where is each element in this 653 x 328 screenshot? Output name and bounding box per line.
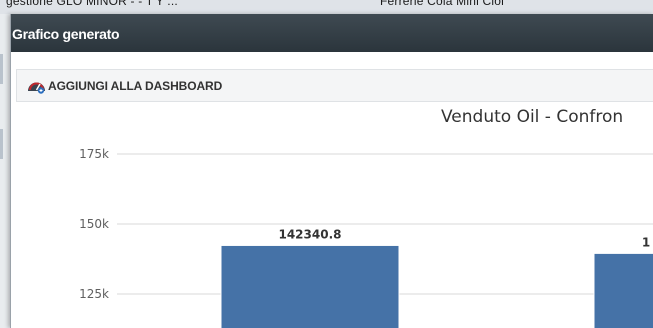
modal-body: AGGIUNGI ALLA DASHBOARD Venduto Oil - Co… — [11, 52, 653, 328]
modal-title: Grafico generato — [12, 26, 120, 42]
background-scroll-mark — [0, 129, 3, 159]
y-tick-label: 175k — [79, 147, 109, 161]
modal-header: Grafico generato — [11, 14, 653, 52]
chart-bars — [220, 244, 653, 328]
y-tick-label: 150k — [79, 217, 109, 231]
chart-modal: Grafico generato AGGIUNGI ALLA DASHBOARD… — [10, 14, 653, 328]
dashboard-gauge-icon — [28, 82, 45, 94]
bar-chart: Venduto Oil - Confron 175k 150k 125k 14234… — [79, 107, 653, 328]
background-page-text-right: Ferrerie Cola Mini Ciol — [380, 0, 504, 8]
background-scroll-mark — [0, 54, 3, 84]
background-page-text: gestione GLO MINOR - - T'Y ... — [6, 0, 178, 8]
bar-data-label: 142340.8 — [278, 227, 341, 241]
chart-title: Venduto Oil - Confron — [441, 107, 623, 127]
chart-bar[interactable] — [220, 244, 400, 328]
add-to-dashboard-label: AGGIUNGI ALLA DASHBOARD — [48, 79, 223, 93]
chart-bar[interactable] — [593, 252, 653, 328]
chart-toolbar: AGGIUNGI ALLA DASHBOARD — [16, 69, 653, 102]
background-page-strip: gestione GLO MINOR - - T'Y ... Ferrerie … — [0, 0, 653, 14]
background-page-left-edge — [0, 14, 10, 328]
y-tick-label: 125k — [79, 287, 109, 301]
add-to-dashboard-button[interactable]: AGGIUNGI ALLA DASHBOARD — [27, 77, 222, 95]
bar-data-label: 1 — [642, 235, 650, 249]
